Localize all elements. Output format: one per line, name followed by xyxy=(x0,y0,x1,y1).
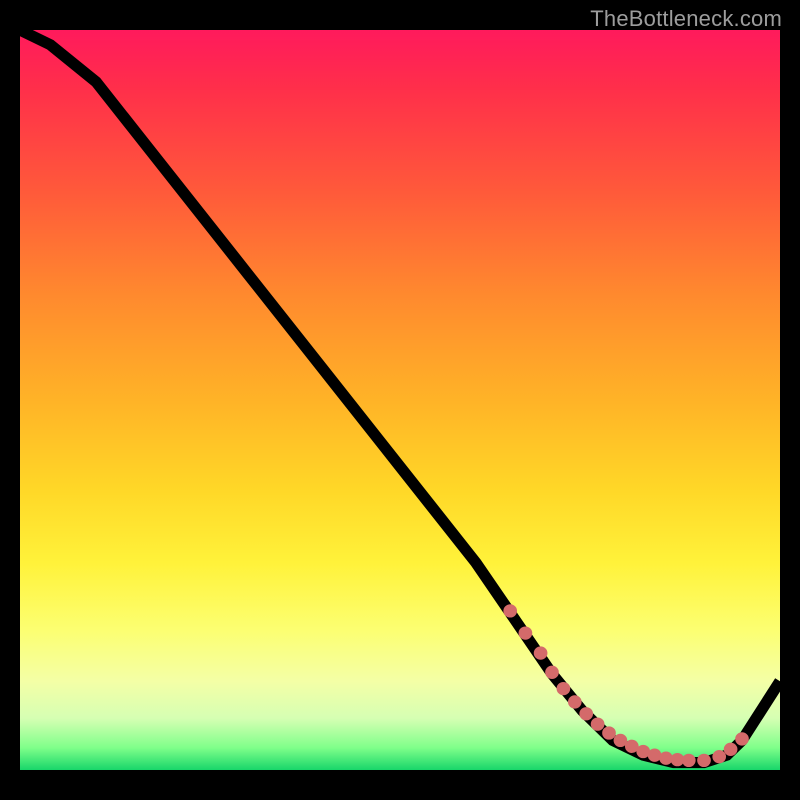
marker-dot xyxy=(568,695,582,708)
watermark-text: TheBottleneck.com xyxy=(590,6,782,32)
marker-dot xyxy=(519,626,533,639)
plot-area xyxy=(20,30,780,770)
marker-dot xyxy=(591,717,605,730)
curve-layer xyxy=(20,30,780,770)
marker-dot xyxy=(602,726,616,739)
marker-dot xyxy=(712,750,726,763)
marker-dot xyxy=(579,707,593,720)
marker-dot xyxy=(682,754,696,767)
marker-dot xyxy=(697,754,711,767)
marker-dot xyxy=(545,666,559,679)
marker-group xyxy=(503,604,748,767)
marker-dot xyxy=(557,682,571,695)
chart-stage: TheBottleneck.com xyxy=(0,0,800,800)
marker-dot xyxy=(735,732,749,745)
bottleneck-curve xyxy=(20,30,780,763)
marker-dot xyxy=(503,604,517,617)
marker-dot xyxy=(534,646,548,659)
marker-dot xyxy=(724,743,738,756)
